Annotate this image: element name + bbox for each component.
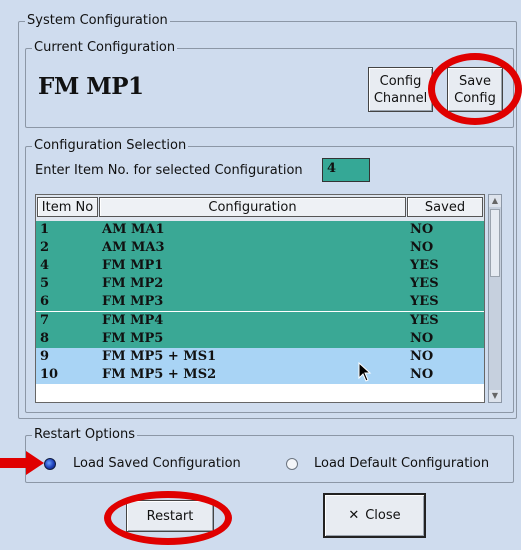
row-saved: NO [410, 348, 434, 364]
row-saved: YES [410, 312, 439, 328]
header-configuration[interactable]: Configuration [99, 197, 406, 217]
row-item-number: 9 [40, 348, 50, 364]
row-item-number: 1 [40, 222, 50, 237]
restart-options-title: Restart Options [32, 427, 138, 443]
close-label: Close [365, 508, 401, 523]
table-scrollbar[interactable]: ▲ ▼ [488, 194, 502, 403]
row-saved: NO [410, 330, 434, 346]
row-saved: NO [410, 222, 434, 237]
table-row[interactable]: 6 FM MP3 YES [36, 293, 484, 312]
config-channel-label-line1: Config [379, 73, 422, 89]
config-channel-label-line2: Channel [373, 90, 428, 106]
close-button[interactable]: ✕ Close [323, 493, 426, 538]
row-saved: YES [410, 294, 439, 310]
row-item-number: 8 [40, 330, 50, 346]
load-saved-radio[interactable] [44, 458, 56, 470]
table-row[interactable]: 8 FM MP5 NO [36, 329, 484, 348]
current-configuration-title: Current Configuration [32, 40, 178, 56]
row-configuration: FM MP5 + MS1 [102, 348, 217, 364]
restart-label: Restart [146, 508, 194, 524]
row-configuration: AM MA3 [102, 240, 165, 256]
row-configuration: FM MP4 [102, 312, 164, 328]
item-number-prompt: Enter Item No. for selected Configuratio… [35, 163, 303, 178]
configuration-selection-title: Configuration Selection [32, 138, 189, 154]
load-default-radio[interactable] [286, 458, 298, 470]
table-row[interactable]: 10 FM MP5 + MS2 NO [36, 365, 484, 384]
table-row[interactable]: 2 AM MA3 NO [36, 239, 484, 258]
restart-button[interactable]: Restart [126, 500, 214, 532]
row-saved: YES [410, 258, 439, 274]
row-saved: NO [410, 240, 434, 256]
row-saved: NO [410, 366, 434, 382]
scroll-down-icon[interactable]: ▼ [489, 390, 501, 402]
item-number-input[interactable]: 4 [322, 158, 370, 182]
row-item-number: 6 [40, 294, 50, 310]
row-item-number: 7 [40, 312, 50, 328]
row-configuration: FM MP2 [102, 276, 164, 292]
table-row[interactable]: 1 AM MA1 NO [36, 221, 484, 239]
load-saved-label[interactable]: Load Saved Configuration [73, 456, 241, 472]
save-config-label-line2: Config [454, 90, 496, 106]
row-configuration: FM MP5 [102, 330, 164, 346]
row-saved: YES [410, 276, 439, 292]
table-header: Item No Configuration Saved [36, 195, 484, 221]
row-configuration: FM MP5 + MS2 [102, 366, 217, 382]
table-row[interactable]: 5 FM MP2 YES [36, 275, 484, 294]
config-channel-button[interactable]: Config Channel [368, 67, 433, 112]
scroll-up-icon[interactable]: ▲ [489, 195, 501, 207]
table-row[interactable]: 7 FM MP4 YES [36, 311, 484, 330]
row-configuration: FM MP1 [102, 258, 164, 274]
close-icon: ✕ [348, 508, 360, 523]
header-item-no[interactable]: Item No [37, 197, 98, 217]
row-item-number: 5 [40, 276, 50, 292]
header-saved[interactable]: Saved [407, 197, 483, 217]
table-row[interactable]: 9 FM MP5 + MS1 NO [36, 347, 484, 366]
row-configuration: FM MP3 [102, 294, 164, 310]
save-config-button[interactable]: Save Config [447, 67, 503, 112]
row-item-number: 4 [40, 258, 50, 274]
current-configuration-name: FM MP1 [38, 73, 144, 100]
table-row[interactable]: 4 FM MP1 YES [36, 257, 484, 276]
scrollbar-thumb[interactable] [490, 209, 500, 277]
row-item-number: 10 [40, 366, 59, 382]
configuration-table: Item No Configuration Saved 1 AM MA1 NO 2 AM… [35, 194, 485, 403]
row-item-number: 2 [40, 240, 50, 256]
system-configuration-title: System Configuration [25, 13, 170, 29]
system-configuration-dialog: System Configuration Current Configurati… [0, 0, 521, 550]
load-default-label[interactable]: Load Default Configuration [314, 456, 489, 472]
row-configuration: AM MA1 [102, 222, 165, 237]
save-config-label-line1: Save [459, 73, 491, 89]
